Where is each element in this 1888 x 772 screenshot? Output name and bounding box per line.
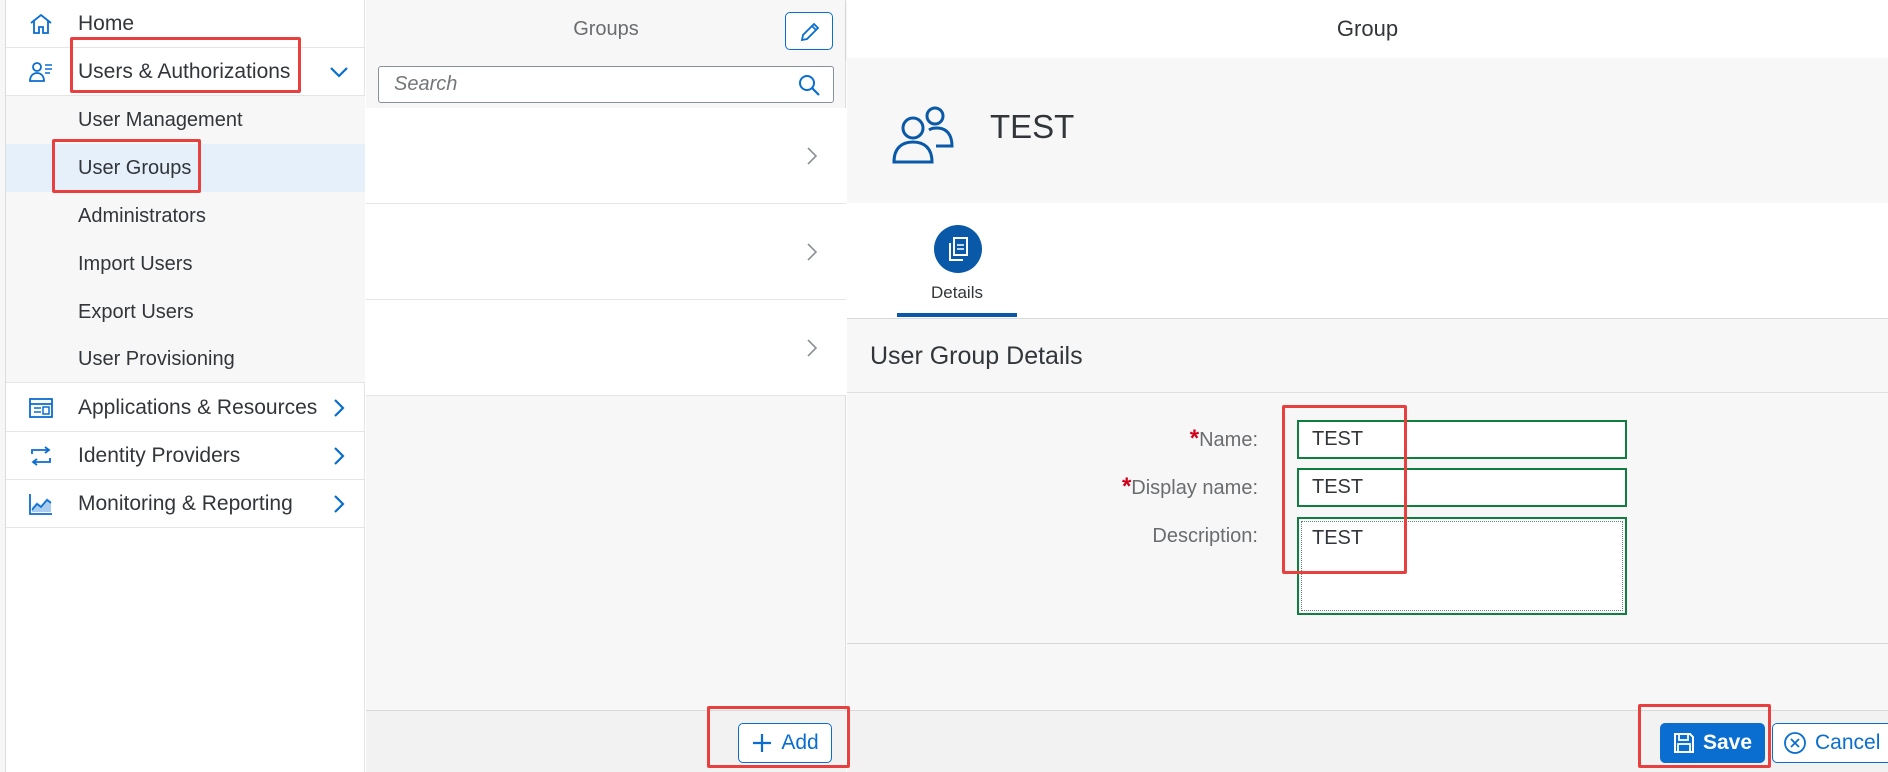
groups-master-list: Groups Add — [366, 0, 846, 772]
cancel-button[interactable]: Cancel — [1772, 723, 1888, 763]
nav-label: Applications & Resources — [78, 395, 318, 419]
nav-label: Identity Providers — [78, 443, 241, 467]
nav-item-identity-providers[interactable]: Identity Providers — [6, 432, 365, 480]
user-group-form: *Name: *Display name: Description: TEST — [847, 392, 1888, 644]
chevron-right-icon — [807, 147, 818, 165]
chevron-right-icon — [807, 243, 818, 261]
save-icon — [1673, 733, 1694, 753]
nav-label: Users & Authorizations — [78, 59, 291, 83]
detail-pane-title: Group — [1336, 16, 1399, 41]
detail-header-bar: Group — [847, 0, 1888, 58]
subnav-label: User Groups — [78, 156, 192, 179]
side-navigation: Home Users & Authorizations User Managem… — [0, 0, 365, 772]
required-marker: * — [1189, 425, 1200, 452]
subnav-item-user-provisioning[interactable]: User Provisioning — [6, 336, 365, 383]
group-list-item[interactable] — [366, 204, 846, 300]
description-label: Description: — [1152, 525, 1258, 547]
nav-item-monitoring-reporting[interactable]: Monitoring & Reporting — [6, 480, 365, 528]
add-icon — [753, 734, 772, 752]
nav-item-applications-resources[interactable]: Applications & Resources — [6, 384, 365, 432]
subnav-label: Administrators — [78, 204, 206, 227]
chevron-right-icon[interactable] — [327, 396, 351, 420]
user-settings-icon — [29, 62, 52, 82]
nav-label: Monitoring & Reporting — [78, 491, 293, 515]
cancel-icon — [1784, 732, 1806, 754]
groups-title: Groups — [573, 18, 639, 40]
chevron-right-icon — [807, 339, 818, 357]
tab-details[interactable]: Details — [897, 203, 1017, 319]
display-name-field[interactable] — [1297, 468, 1627, 507]
edit-button[interactable] — [785, 12, 833, 50]
icon-tab-bar: Details — [847, 203, 1888, 319]
sync-icon — [31, 446, 51, 466]
subnav-item-user-groups[interactable]: User Groups — [6, 144, 365, 192]
description-field[interactable]: TEST — [1297, 517, 1627, 615]
group-list-item[interactable] — [366, 300, 846, 396]
section-title: User Group Details — [870, 342, 1083, 370]
home-icon — [30, 13, 52, 34]
user-group-icon — [892, 106, 954, 164]
subnav-label: Import Users — [78, 252, 193, 275]
object-header: TEST — [847, 58, 1888, 203]
nav-item-users-authorizations[interactable]: Users & Authorizations — [6, 48, 365, 96]
object-title: TEST — [990, 108, 1075, 145]
cancel-button-label: Cancel — [1815, 731, 1881, 754]
chevron-right-icon[interactable] — [327, 444, 351, 468]
subnav-label: Export Users — [78, 300, 194, 323]
groups-footer-toolbar: Add — [366, 710, 846, 772]
subnav-item-administrators[interactable]: Administrators — [6, 192, 365, 240]
group-detail-pane: Group TEST Details User Group Details *N… — [847, 0, 1888, 772]
group-list-item[interactable] — [366, 108, 846, 204]
window-icon — [29, 398, 53, 418]
detail-footer-toolbar: Save Cancel — [847, 710, 1888, 772]
nav-item-home[interactable]: Home — [6, 0, 365, 48]
display-name-label: *Display name: — [1121, 473, 1258, 500]
search-field[interactable] — [378, 66, 834, 103]
nav-label: Home — [78, 11, 135, 35]
documents-icon — [949, 237, 968, 261]
subnav-label: User Management — [78, 108, 243, 131]
search-icon[interactable] — [797, 73, 821, 97]
save-button[interactable]: Save — [1660, 723, 1765, 763]
name-label: *Name: — [1189, 425, 1258, 452]
tab-label: Details — [931, 283, 983, 302]
area-chart-icon — [29, 494, 52, 515]
save-button-label: Save — [1702, 731, 1753, 754]
edit-icon — [800, 22, 820, 42]
subnav-label: User Provisioning — [78, 347, 235, 370]
search-input[interactable] — [379, 67, 779, 102]
name-field[interactable] — [1297, 420, 1627, 459]
subnav-item-export-users[interactable]: Export Users — [6, 288, 365, 336]
required-marker: * — [1121, 473, 1132, 500]
chevron-down-icon[interactable] — [327, 60, 351, 84]
tab-icon-circle — [934, 225, 982, 273]
add-group-button[interactable]: Add — [738, 723, 832, 763]
tab-selection-indicator — [897, 313, 1017, 317]
subnav-item-import-users[interactable]: Import Users — [6, 240, 365, 288]
chevron-right-icon[interactable] — [327, 492, 351, 516]
subnav-item-user-management[interactable]: User Management — [6, 96, 365, 144]
add-button-label: Add — [781, 731, 819, 754]
